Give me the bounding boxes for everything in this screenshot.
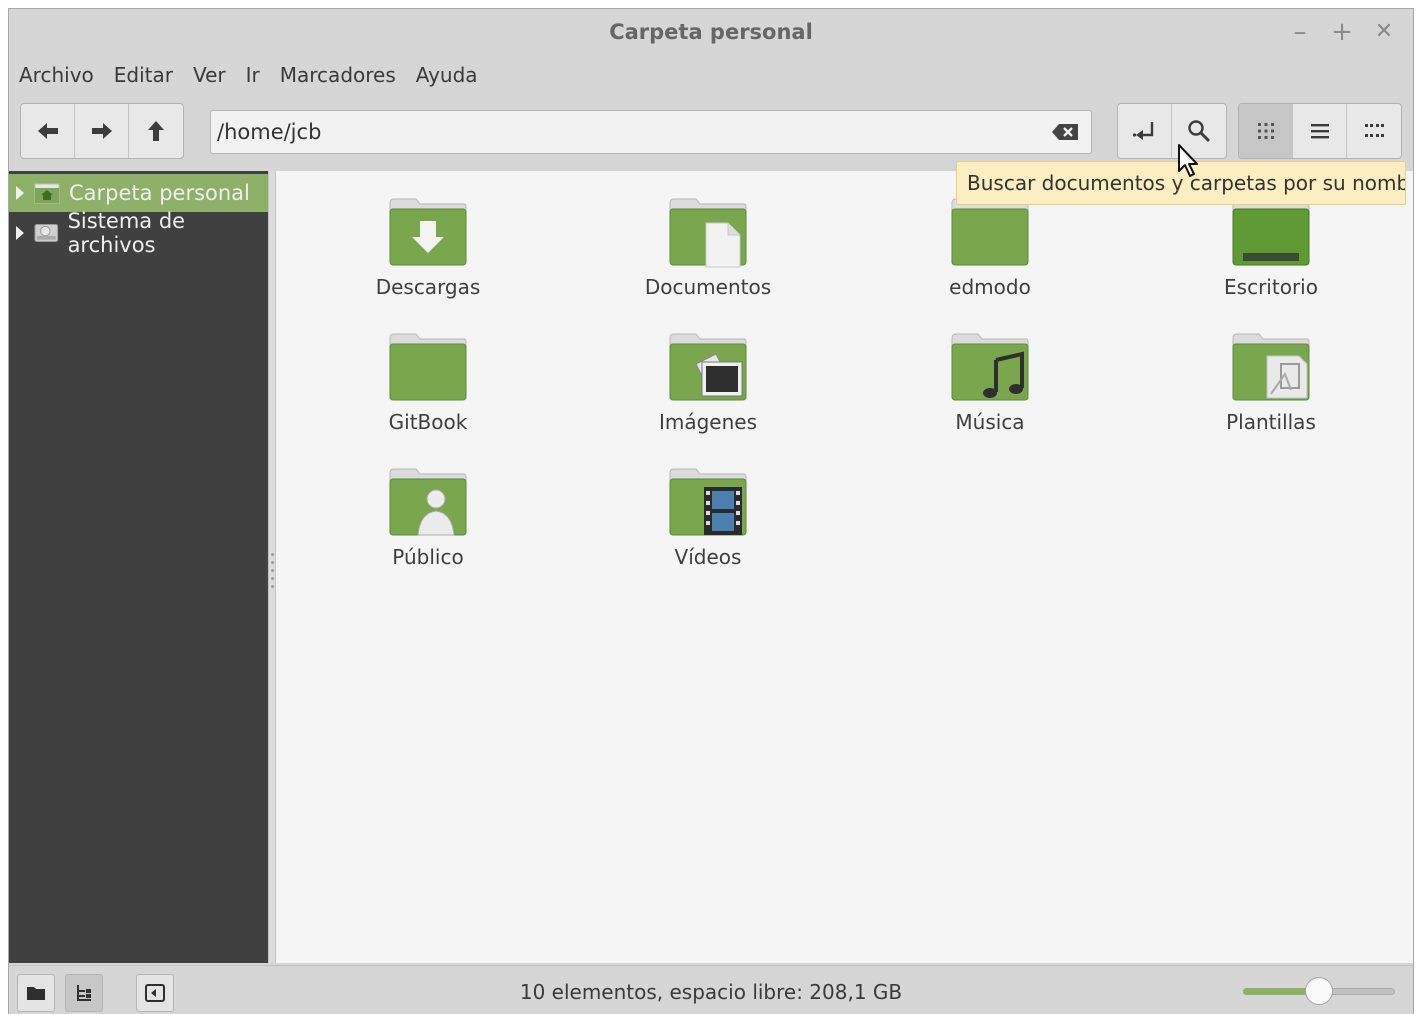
- pictures-folder-icon: [669, 333, 747, 401]
- compact-view-icon: [1365, 124, 1384, 137]
- menu-ir[interactable]: Ir: [236, 59, 270, 91]
- desktop-folder-icon: [1232, 198, 1310, 266]
- file-name: Música: [955, 410, 1025, 434]
- minimize-button[interactable]: –: [1285, 17, 1315, 47]
- close-button[interactable]: ✕: [1369, 17, 1399, 47]
- grid-view-icon: [1257, 123, 1274, 139]
- file-item-publico[interactable]: Público: [288, 465, 568, 595]
- toolbar: /home/jcb: [9, 103, 1413, 163]
- return-arrow-icon: [1132, 122, 1153, 140]
- sidebar-item-sistema-de-archivos[interactable]: Sistema de archivos: [9, 209, 268, 257]
- view-mode-buttons: [1238, 103, 1402, 159]
- file-manager-window: Carpeta personal – + ✕ Archivo Editar Ve…: [8, 8, 1414, 1014]
- sidebar: Carpeta personal Sistema de archivos: [9, 171, 268, 963]
- videos-folder-icon: [669, 468, 747, 536]
- navigation-buttons: [20, 103, 184, 159]
- up-button[interactable]: [129, 104, 183, 158]
- public-folder-icon: [389, 468, 467, 536]
- statusbar: 10 elementos, espacio libre: 208,1 GB: [9, 965, 1413, 1014]
- file-name: GitBook: [388, 410, 468, 434]
- download-folder-icon: [389, 198, 467, 266]
- file-name: Vídeos: [674, 545, 742, 569]
- expander-arrow-icon[interactable]: [16, 186, 24, 200]
- file-item-descargas[interactable]: Descargas: [288, 195, 568, 325]
- file-name: Público: [392, 545, 464, 569]
- arrow-up-icon: [148, 121, 164, 141]
- sidebar-splitter[interactable]: [268, 171, 276, 963]
- grip-dot: [271, 561, 274, 564]
- arrow-right-icon: [91, 123, 112, 139]
- folder-icon: [951, 198, 1029, 266]
- file-item-videos[interactable]: Vídeos: [568, 465, 848, 595]
- expander-arrow-icon[interactable]: [16, 226, 24, 240]
- folder-icon: [389, 333, 467, 401]
- file-item-documentos[interactable]: Documentos: [568, 195, 848, 325]
- drive-icon: [34, 224, 59, 242]
- file-item-musica[interactable]: Música: [850, 330, 1130, 460]
- arrow-left-icon: [37, 123, 58, 139]
- menubar: Archivo Editar Ver Ir Marcadores Ayuda: [9, 59, 488, 91]
- window-title: Carpeta personal: [609, 20, 813, 44]
- menu-marcadores[interactable]: Marcadores: [270, 59, 406, 91]
- file-item-imagenes[interactable]: Imágenes: [568, 330, 848, 460]
- file-item-gitbook[interactable]: GitBook: [288, 330, 568, 460]
- sidebar-item-carpeta-personal[interactable]: Carpeta personal: [9, 174, 268, 212]
- list-view-icon: [1310, 124, 1329, 139]
- location-tools: [1117, 103, 1227, 159]
- location-bar[interactable]: /home/jcb: [210, 110, 1092, 154]
- templates-folder-icon: [1232, 333, 1310, 401]
- search-icon: [1188, 120, 1211, 143]
- clear-location-icon[interactable]: [1051, 123, 1079, 141]
- menu-editar[interactable]: Editar: [104, 59, 183, 91]
- file-name: Descargas: [375, 275, 481, 299]
- toggle-location-button[interactable]: [1118, 104, 1172, 158]
- back-button[interactable]: [21, 104, 75, 158]
- file-item-escritorio[interactable]: Escritorio: [1131, 195, 1411, 325]
- status-text: 10 elementos, espacio libre: 208,1 GB: [519, 980, 903, 1004]
- file-name: Escritorio: [1224, 275, 1318, 299]
- grip-dot: [271, 577, 274, 580]
- grip-dot: [271, 585, 274, 588]
- grip-dot: [271, 569, 274, 572]
- menu-ayuda[interactable]: Ayuda: [406, 59, 488, 91]
- music-folder-icon: [951, 333, 1029, 401]
- list-view-button[interactable]: [1293, 104, 1347, 158]
- home-folder-icon: [34, 183, 60, 204]
- file-name: edmodo: [949, 275, 1031, 299]
- file-name: Plantillas: [1226, 410, 1316, 434]
- forward-button[interactable]: [75, 104, 129, 158]
- file-item-plantillas[interactable]: Plantillas: [1131, 330, 1411, 460]
- menu-archivo[interactable]: Archivo: [9, 59, 104, 91]
- mouse-cursor-icon: [1178, 144, 1198, 177]
- sidebar-item-label: Sistema de archivos: [67, 209, 186, 257]
- menu-ver[interactable]: Ver: [183, 59, 236, 91]
- location-path: /home/jcb: [217, 120, 322, 144]
- file-name: Documentos: [644, 275, 772, 299]
- icon-view-button[interactable]: [1239, 104, 1293, 158]
- file-view[interactable]: Descargas Documentos edmodo Escritorio G…: [276, 171, 1413, 963]
- file-item-edmodo[interactable]: edmodo: [850, 195, 1130, 325]
- titlebar[interactable]: Carpeta personal – + ✕: [9, 9, 1413, 57]
- zoom-slider[interactable]: [1243, 977, 1395, 1005]
- sidebar-item-label: Carpeta personal: [69, 181, 250, 205]
- zoom-knob[interactable]: [1305, 977, 1333, 1005]
- maximize-button[interactable]: +: [1327, 17, 1357, 47]
- compact-view-button[interactable]: [1347, 104, 1401, 158]
- file-name: Imágenes: [658, 410, 758, 434]
- documents-folder-icon: [669, 198, 747, 268]
- grip-dot: [271, 553, 274, 556]
